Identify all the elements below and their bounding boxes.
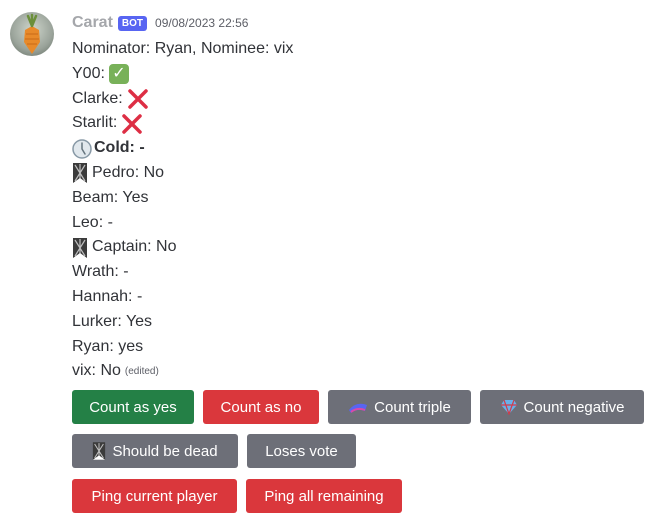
line-text: Nominator: Ryan, Nominee: vix xyxy=(72,40,294,57)
line-text: Y00: xyxy=(72,64,105,82)
button-label: Should be dead xyxy=(112,442,218,460)
line-text: Hannah: - xyxy=(72,287,143,305)
button-label: Count negative xyxy=(523,398,625,416)
line-text: Pedro: No xyxy=(92,163,165,181)
ping-current-player-button[interactable]: Ping current player xyxy=(72,479,237,513)
line-text: Lurker: Yes xyxy=(72,312,153,330)
button-label: Ping current player xyxy=(91,487,218,505)
message-line: Pedro: No xyxy=(72,161,652,186)
count-as-no-button[interactable]: Count as no xyxy=(203,390,319,424)
edited-label: (edited) xyxy=(124,366,159,378)
message-content: Nominator: Ryan, Nominee: vix Y00: ✓ Cla… xyxy=(72,37,652,384)
line-text: Beam: Yes xyxy=(72,188,149,206)
count-triple-button[interactable]: Count triple xyxy=(328,390,471,424)
carrot-avatar-icon xyxy=(24,13,40,54)
message-line: Ryan: yes xyxy=(72,335,652,360)
message-header: Carat BOT 09/08/2023 22:56 xyxy=(72,13,248,33)
should-be-dead-button[interactable]: Should be dead xyxy=(72,434,238,468)
line-text: Wrath: - xyxy=(72,263,129,281)
author-name[interactable]: Carat xyxy=(72,14,113,32)
message-line: Leo: - xyxy=(72,211,652,236)
message-line: Clarke: xyxy=(72,87,652,112)
line-text: Leo: - xyxy=(72,213,113,231)
loses-vote-button[interactable]: Loses vote xyxy=(247,434,356,468)
cross-mark-icon xyxy=(122,114,143,134)
rook-icon xyxy=(73,237,87,258)
message-line: vix: No (edited) xyxy=(72,359,652,384)
line-text: Starlit: xyxy=(72,114,118,132)
button-label: Count as no xyxy=(220,398,302,416)
message-line: Captain: No xyxy=(72,235,652,260)
message-line: Cold: - xyxy=(72,136,652,161)
message-line: Beam: Yes xyxy=(72,186,652,211)
count-as-yes-button[interactable]: Count as yes xyxy=(72,390,194,424)
button-label: Count as yes xyxy=(89,398,177,416)
message-line: Hannah: - xyxy=(72,285,652,310)
button-label: Ping all remaining xyxy=(264,487,384,505)
message-line: Starlit: xyxy=(72,111,652,136)
clock-icon xyxy=(72,138,92,159)
triple-icon xyxy=(349,403,368,413)
ping-all-remaining-button[interactable]: Ping all remaining xyxy=(246,479,402,513)
message-line: Y00: ✓ xyxy=(72,62,652,87)
rook-icon xyxy=(93,442,106,460)
rook-icon xyxy=(73,163,87,184)
button-label: Count triple xyxy=(374,398,451,416)
gem-icon xyxy=(500,399,517,415)
line-text: vix: No xyxy=(72,362,121,380)
count-negative-button[interactable]: Count negative xyxy=(480,390,644,424)
timestamp[interactable]: 09/08/2023 22:56 xyxy=(155,16,248,30)
button-label: Loses vote xyxy=(265,442,338,460)
cross-mark-icon xyxy=(127,89,148,109)
message-line: Nominator: Ryan, Nominee: vix xyxy=(72,37,652,62)
avatar[interactable] xyxy=(10,12,54,56)
line-text: Clarke: xyxy=(72,89,123,107)
bot-tag: BOT xyxy=(117,15,148,31)
message-line: Wrath: - xyxy=(72,260,652,285)
check-mark-icon: ✓ xyxy=(108,64,129,85)
line-text: Cold: - xyxy=(94,139,145,157)
message-line: Lurker: Yes xyxy=(72,310,652,335)
line-text: Ryan: yes xyxy=(72,337,144,355)
line-text: Captain: No xyxy=(92,238,177,256)
